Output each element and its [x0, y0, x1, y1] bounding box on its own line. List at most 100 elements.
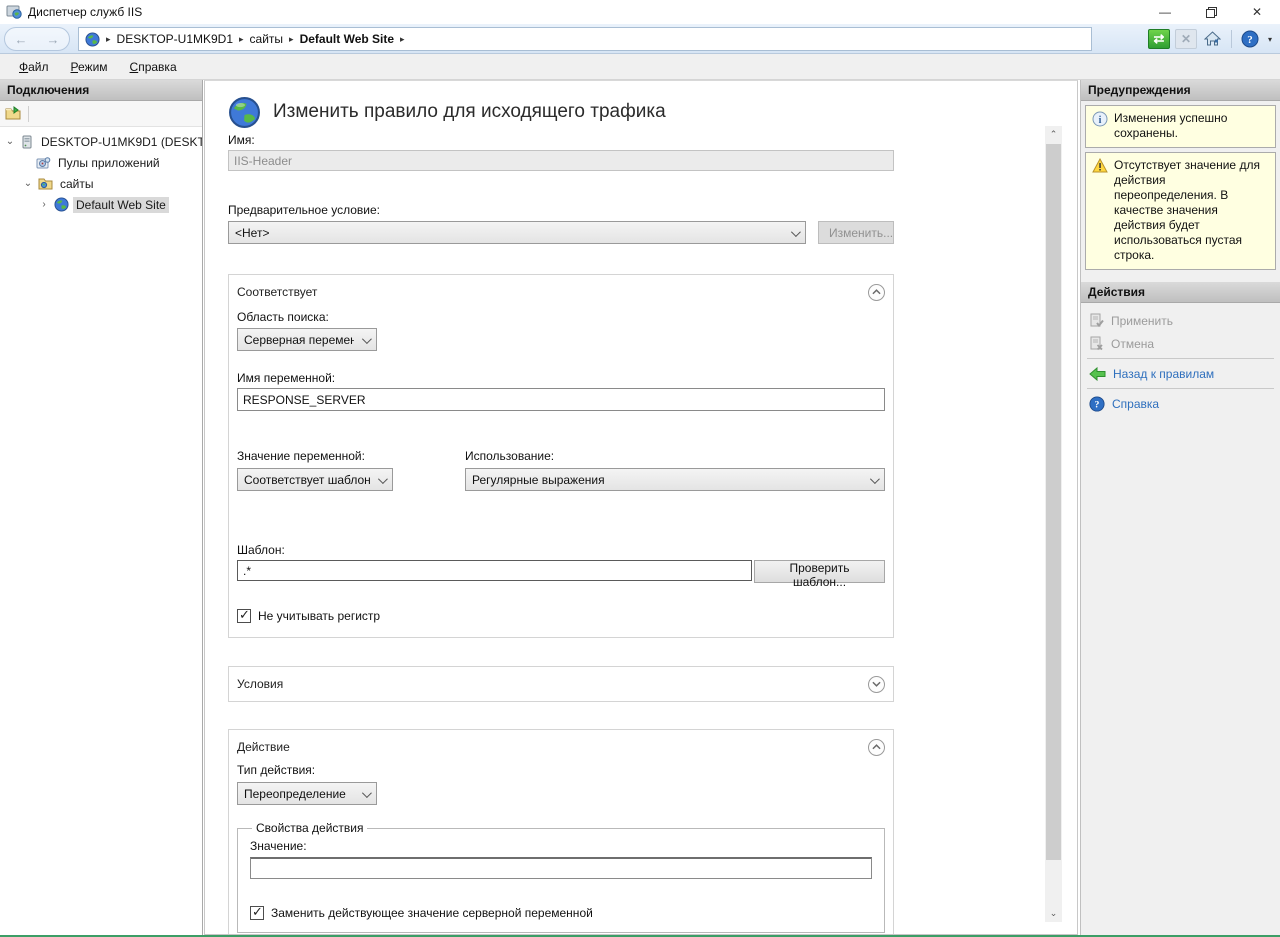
page-title: Изменить правило для исходящего трафика — [273, 101, 666, 123]
apply-label: Применить — [1111, 314, 1173, 328]
scope-select[interactable]: Серверная переменн — [237, 328, 377, 351]
tree-item-label: Пулы приложений — [55, 155, 163, 171]
apply-icon — [1089, 313, 1104, 328]
test-pattern-button[interactable]: Проверить шаблон... — [754, 560, 885, 583]
minimize-icon[interactable]: — — [1142, 0, 1188, 24]
help-dropdown-icon[interactable]: ▾ — [1268, 35, 1272, 44]
using-select[interactable]: Регулярные выражения — [465, 468, 885, 491]
breadcrumb-separator-icon[interactable]: ▸ — [239, 34, 244, 45]
forward-icon[interactable]: → — [47, 33, 60, 46]
application-pools-icon — [36, 156, 51, 170]
back-icon[interactable]: ← — [15, 33, 28, 46]
menu-help[interactable]: Справка — [121, 57, 186, 77]
tree-item-sites[interactable]: ⌄ сайты — [0, 173, 202, 194]
breadcrumb-separator-icon[interactable]: ▸ — [289, 34, 294, 45]
scroll-up-icon[interactable]: ⌃ — [1045, 126, 1062, 143]
breadcrumb[interactable]: ▸ DESKTOP-U1MK9D1 ▸ сайты ▸ Default Web … — [78, 27, 1092, 51]
rule-globe-icon — [228, 96, 261, 129]
action-section: Действие Тип действия: Переопределение С… — [228, 729, 894, 934]
match-section-title: Соответствует — [237, 285, 317, 299]
variable-value-select[interactable]: Соответствует шаблону — [237, 468, 393, 491]
scrollbar-thumb[interactable] — [1046, 144, 1061, 860]
action-type-label: Тип действия: — [237, 763, 885, 777]
cancel-button: Отмена — [1081, 332, 1280, 355]
action-value-input[interactable] — [250, 857, 872, 879]
action-properties-title: Свойства действия — [252, 821, 367, 835]
tree-item-server[interactable]: ⌄ DESKTOP-U1MK9D1 (DESKTOP — [0, 131, 202, 152]
tree-item-default-web-site[interactable]: › Default Web Site — [0, 194, 202, 215]
help-link[interactable]: ? Справка — [1081, 392, 1280, 415]
back-to-rules-link[interactable]: Назад к правилам — [1081, 362, 1280, 385]
apply-button: Применить — [1081, 309, 1280, 332]
menu-bar: Файл Режим Справка — [0, 54, 1280, 80]
breadcrumb-separator-icon[interactable]: ▸ — [400, 34, 405, 45]
svg-text:?: ? — [1247, 34, 1253, 46]
svg-text:i: i — [1099, 115, 1102, 126]
window-title: Диспетчер служб IIS — [28, 5, 142, 19]
alert-text: Отсутствует значение для действия переоп… — [1114, 158, 1269, 263]
action-type-value: Переопределение — [244, 787, 346, 801]
breadcrumb-item-site[interactable]: Default Web Site — [300, 32, 394, 46]
variable-value-label: Значение переменной: — [237, 449, 465, 463]
breadcrumb-item-server[interactable]: DESKTOP-U1MK9D1 — [117, 32, 233, 46]
alert-warning: Отсутствует значение для действия переоп… — [1085, 152, 1276, 270]
toolbar-separator — [1231, 30, 1232, 48]
title-bar: Диспетчер служб IIS — ✕ — [0, 0, 1280, 24]
stop-icon[interactable]: ✕ — [1175, 29, 1197, 49]
pattern-input[interactable] — [237, 560, 752, 581]
tree-item-label: сайты — [57, 176, 97, 192]
using-label: Использование: — [465, 449, 885, 463]
edit-precondition-button: Изменить... — [818, 221, 894, 244]
separator — [1087, 358, 1274, 359]
chevron-down-icon[interactable]: ⌄ — [22, 178, 34, 189]
breadcrumb-separator-icon: ▸ — [106, 34, 111, 45]
tree-item-label: DESKTOP-U1MK9D1 (DESKTOP — [38, 134, 202, 150]
close-icon[interactable]: ✕ — [1234, 0, 1280, 24]
scroll-down-icon[interactable]: ⌄ — [1045, 905, 1062, 922]
server-icon — [20, 135, 34, 149]
toolbar-separator — [28, 106, 29, 122]
tree-item-app-pools[interactable]: Пулы приложений — [0, 152, 202, 173]
replace-value-checkbox[interactable] — [250, 906, 264, 920]
back-arrow-icon — [1089, 367, 1106, 381]
variable-name-input[interactable] — [237, 388, 885, 411]
connections-header: Подключения — [0, 80, 202, 101]
chevron-right-icon[interactable]: › — [38, 199, 50, 210]
precondition-select[interactable]: <Нет> — [228, 221, 806, 244]
name-label: Имя: — [228, 133, 894, 147]
precondition-label: Предварительное условие: — [228, 203, 894, 217]
site-globe-icon — [54, 197, 69, 212]
conditions-section-title: Условия — [237, 677, 283, 691]
menu-file[interactable]: Файл — [10, 57, 58, 77]
breadcrumb-item-sites[interactable]: сайты — [250, 32, 284, 46]
precondition-value: <Нет> — [235, 226, 269, 240]
help-icon[interactable]: ? — [1239, 29, 1261, 49]
separator — [1087, 388, 1274, 389]
variable-value-value: Соответствует шаблону — [244, 473, 370, 487]
expand-section-icon[interactable] — [868, 676, 885, 693]
scope-label: Область поиска: — [237, 310, 885, 324]
nav-buttons: ← → — [4, 27, 70, 51]
refresh-icon[interactable]: ⇄ — [1148, 29, 1170, 49]
connections-panel: Подключения ⌄ DESKTOP-U1MK9D1 (DESKTOP П… — [0, 80, 203, 935]
pattern-label: Шаблон: — [237, 543, 885, 557]
main-content: Изменить правило для исходящего трафика … — [204, 80, 1078, 935]
action-type-select[interactable]: Переопределение — [237, 782, 377, 805]
restore-icon[interactable] — [1188, 0, 1234, 24]
collapse-section-icon[interactable] — [868, 739, 885, 756]
connections-toolbar — [0, 101, 202, 127]
cancel-icon — [1089, 336, 1104, 351]
save-connection-icon[interactable] — [5, 106, 22, 121]
chevron-down-icon[interactable]: ⌄ — [4, 136, 16, 147]
action-properties-group: Свойства действия Значение: Заменить дей… — [237, 821, 885, 933]
vertical-scrollbar[interactable]: ⌃ ⌄ — [1045, 126, 1062, 922]
back-to-rules-label: Назад к правилам — [1113, 367, 1214, 381]
replace-value-label: Заменить действующее значение серверной … — [271, 906, 593, 920]
ignore-case-label: Не учитывать регистр — [258, 609, 380, 623]
home-icon[interactable] — [1202, 29, 1224, 49]
collapse-section-icon[interactable] — [868, 284, 885, 301]
cancel-label: Отмена — [1111, 337, 1154, 351]
ignore-case-checkbox[interactable] — [237, 609, 251, 623]
help-circle-icon: ? — [1089, 396, 1105, 412]
menu-view[interactable]: Режим — [62, 57, 117, 77]
